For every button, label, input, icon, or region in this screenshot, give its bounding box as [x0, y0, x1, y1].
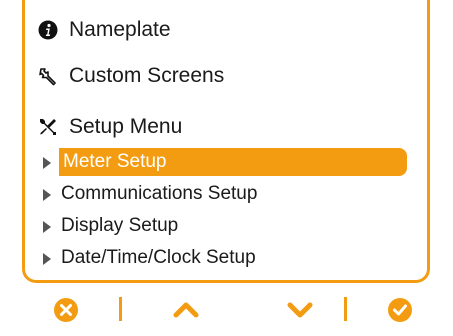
cancel-icon	[54, 298, 78, 322]
submenu-item-label: Display Setup	[61, 215, 179, 236]
check-icon	[388, 298, 412, 322]
chevron-right-icon	[43, 156, 51, 169]
softkey-divider	[119, 297, 122, 321]
submenu-item-display-setup[interactable]: Display Setup	[43, 210, 182, 242]
down-button[interactable]	[287, 297, 313, 323]
chevron-right-icon	[43, 188, 51, 201]
menu-item-label: Setup Menu	[69, 115, 183, 138]
menu-item-setup-menu[interactable]: Setup Menu	[37, 115, 182, 139]
chevron-right-icon	[43, 252, 51, 265]
softkey-bar	[0, 283, 453, 336]
menu-screen: Nameplate Custom Screens Setup Menu Mete…	[22, 0, 430, 283]
submenu-item-meter-setup[interactable]: Meter Setup	[43, 146, 407, 178]
submenu-item-communications-setup[interactable]: Communications Setup	[43, 178, 261, 210]
chevron-right-icon	[43, 220, 51, 233]
menu-item-label: Custom Screens	[69, 64, 225, 87]
menu-item-custom-screens[interactable]: Custom Screens	[37, 64, 224, 88]
down-arrow-icon	[287, 302, 313, 318]
softkey-divider	[344, 297, 347, 321]
tools-icon	[37, 116, 59, 138]
cancel-button[interactable]	[53, 297, 79, 323]
info-icon	[37, 19, 59, 41]
submenu-item-label: Date/Time/Clock Setup	[61, 247, 256, 268]
ok-button[interactable]	[387, 297, 413, 323]
submenu-item-label: Communications Setup	[61, 183, 258, 204]
submenu-item-label: Meter Setup	[59, 148, 407, 176]
up-arrow-icon	[173, 302, 199, 318]
submenu-item-date-time-clock-setup[interactable]: Date/Time/Clock Setup	[43, 242, 260, 274]
up-button[interactable]	[173, 297, 199, 323]
wrench-icon	[37, 65, 59, 87]
menu-item-label: Nameplate	[69, 18, 171, 41]
menu-item-nameplate[interactable]: Nameplate	[37, 18, 171, 42]
